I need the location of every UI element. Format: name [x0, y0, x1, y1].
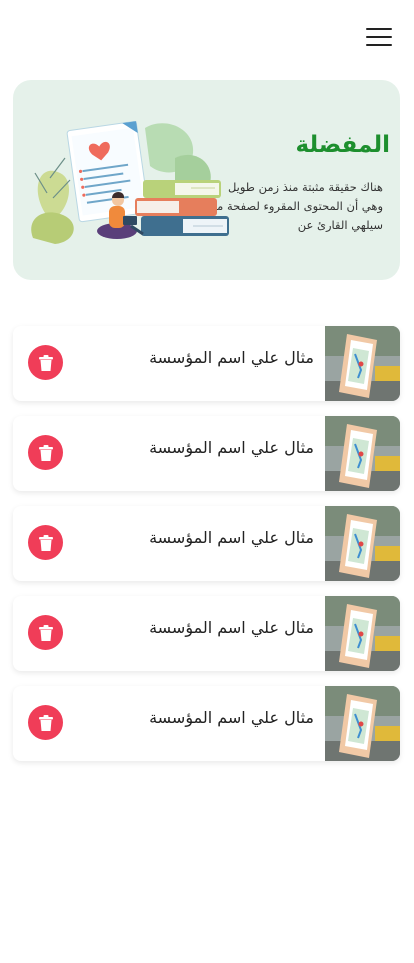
- list-item[interactable]: مثال علي اسم المؤسسة: [13, 326, 400, 401]
- phone-map-street-thumbnail: [325, 506, 400, 581]
- banner-description: هناك حقيقة مثبتة منذ زمن طويل وهي أن الم…: [213, 180, 383, 232]
- trash-icon: [38, 534, 53, 551]
- favorites-list: مثال علي اسم المؤسسة مثال علي اسم المؤسس…: [13, 326, 400, 776]
- phone-map-street-thumbnail: [325, 686, 400, 761]
- list-item[interactable]: مثال علي اسم المؤسسة: [13, 506, 400, 581]
- phone-map-street-thumbnail: [325, 416, 400, 491]
- trash-icon: [38, 354, 53, 371]
- phone-map-street-thumbnail: [325, 326, 400, 401]
- hamburger-menu-icon[interactable]: [366, 28, 392, 47]
- trash-icon: [38, 624, 53, 641]
- organization-name: مثال علي اسم المؤسسة: [149, 708, 314, 727]
- favorites-banner: المفضلة هناك حقيقة مثبتة منذ زمن طويل وه…: [13, 80, 400, 280]
- menu-line: [366, 28, 392, 30]
- delete-button[interactable]: [28, 525, 63, 560]
- trash-icon: [38, 444, 53, 461]
- delete-button[interactable]: [28, 435, 63, 470]
- phone-map-street-thumbnail: [325, 596, 400, 671]
- organization-name: مثال علي اسم المؤسسة: [149, 348, 314, 367]
- trash-icon: [38, 714, 53, 731]
- organization-name: مثال علي اسم المؤسسة: [149, 528, 314, 547]
- page-title: المفضلة: [295, 132, 391, 158]
- menu-line: [366, 44, 392, 46]
- organization-name: مثال علي اسم المؤسسة: [149, 438, 314, 457]
- favorites-books-illustration: [31, 121, 229, 244]
- delete-button[interactable]: [28, 615, 63, 650]
- delete-button[interactable]: [28, 705, 63, 740]
- delete-button[interactable]: [28, 345, 63, 380]
- list-item[interactable]: مثال علي اسم المؤسسة: [13, 416, 400, 491]
- menu-line: [366, 36, 392, 38]
- list-item[interactable]: مثال علي اسم المؤسسة: [13, 596, 400, 671]
- list-item[interactable]: مثال علي اسم المؤسسة: [13, 686, 400, 761]
- organization-name: مثال علي اسم المؤسسة: [149, 618, 314, 637]
